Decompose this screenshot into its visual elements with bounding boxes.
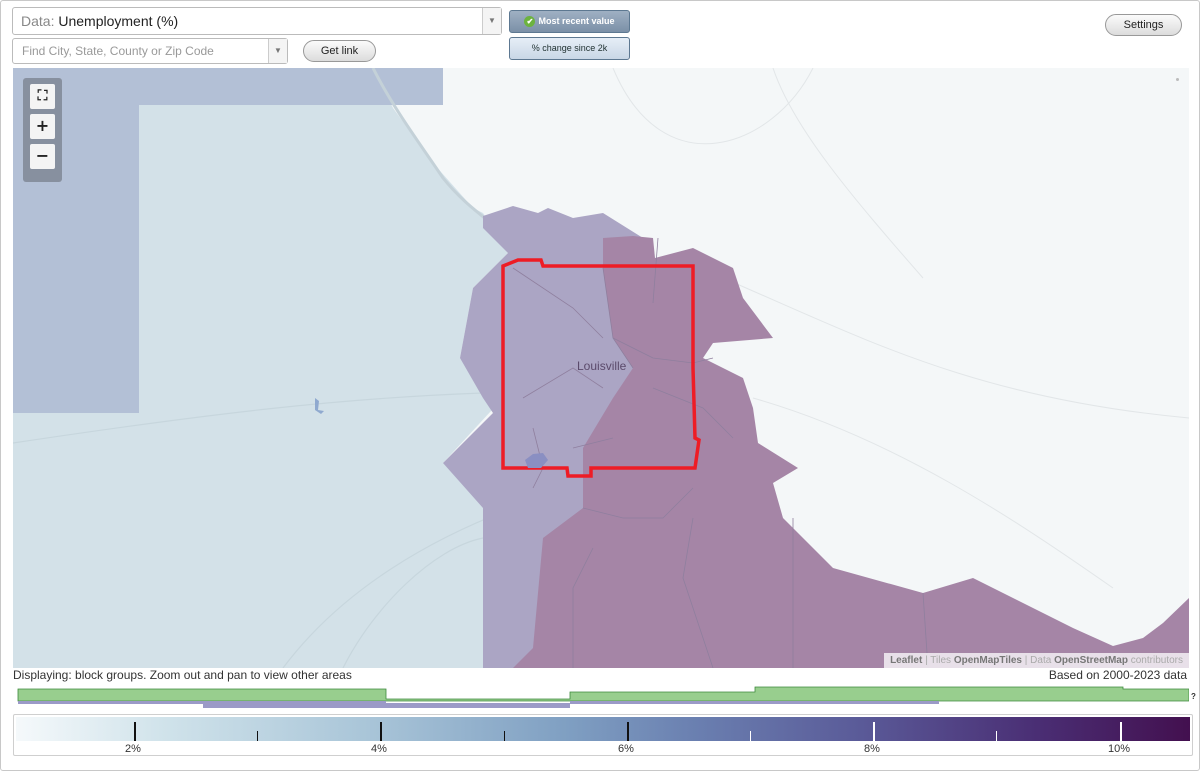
location-search[interactable]: ▼ — [12, 38, 288, 64]
legend-tick — [873, 722, 875, 741]
legend-tick — [996, 731, 997, 741]
legend-gradient-bar — [16, 717, 1190, 741]
histogram-green-bar — [17, 686, 1189, 702]
chevron-down-icon[interactable]: ▼ — [482, 8, 501, 34]
color-legend: 2% 4% 6% 8% 10% — [13, 714, 1193, 756]
value-histogram — [17, 686, 1189, 708]
map-attribution: Leaflet | Tiles OpenMapTiles | Data Open… — [884, 653, 1189, 668]
leaflet-link[interactable]: Leaflet — [890, 655, 922, 666]
zoom-control: ⛶ + − — [23, 78, 62, 182]
legend-tick — [627, 722, 629, 741]
map-view[interactable]: ⛶ + − Louisville Leaflet | Tiles OpenMap… — [13, 68, 1189, 668]
legend-tick — [257, 731, 258, 741]
histogram-purple-bar — [18, 701, 939, 708]
road-line — [612, 68, 814, 145]
legend-tick-label: 6% — [618, 743, 634, 755]
data-select-prefix: Data: — [21, 13, 59, 29]
data-select-value: Unemployment (%) — [58, 13, 179, 29]
status-text: Displaying: block groups. Zoom out and p… — [13, 668, 352, 682]
zoom-in-button[interactable]: + — [30, 114, 55, 139]
checkmark-icon: ✔ — [524, 16, 536, 27]
high-unemployment-region — [513, 236, 1189, 668]
app-frame: Data: Unemployment (%) ▼ ▼ Get link ✔Mos… — [0, 0, 1200, 771]
histogram-help-icon[interactable]: ? — [1191, 692, 1196, 701]
legend-tick — [750, 731, 751, 741]
data-select[interactable]: Data: Unemployment (%) ▼ — [12, 7, 502, 35]
legend-tick-label: 4% — [371, 743, 387, 755]
legend-tick-label: 10% — [1107, 743, 1131, 755]
get-link-button[interactable]: Get link — [303, 40, 376, 62]
map-place-label: Louisville — [577, 359, 627, 373]
legend-tick — [1120, 722, 1122, 741]
legend-tick — [380, 722, 382, 741]
most-recent-value-toggle[interactable]: ✔ Most recent value — [509, 10, 630, 33]
legend-tick-label: 8% — [864, 743, 880, 755]
legend-tick — [504, 731, 505, 741]
legend-tick-label: 2% — [125, 743, 141, 755]
legend-tick — [134, 722, 136, 741]
settings-button[interactable]: Settings — [1105, 14, 1182, 36]
search-input[interactable] — [13, 39, 263, 63]
chevron-down-icon[interactable]: ▼ — [268, 39, 287, 63]
fullscreen-icon[interactable]: ⛶ — [30, 84, 55, 109]
road-line — [772, 68, 924, 279]
percent-change-toggle[interactable]: % change since 2k — [509, 37, 630, 60]
zoom-out-button[interactable]: − — [30, 144, 55, 169]
most-recent-value-label: Most recent value — [538, 16, 615, 26]
openmaptiles-link[interactable]: OpenMapTiles — [954, 655, 1022, 666]
openstreetmap-link[interactable]: OpenStreetMap — [1054, 655, 1128, 666]
road-line — [722, 277, 1189, 419]
map-corner-dot — [1176, 78, 1179, 81]
data-range-text: Based on 2000-2023 data — [1048, 668, 1187, 682]
